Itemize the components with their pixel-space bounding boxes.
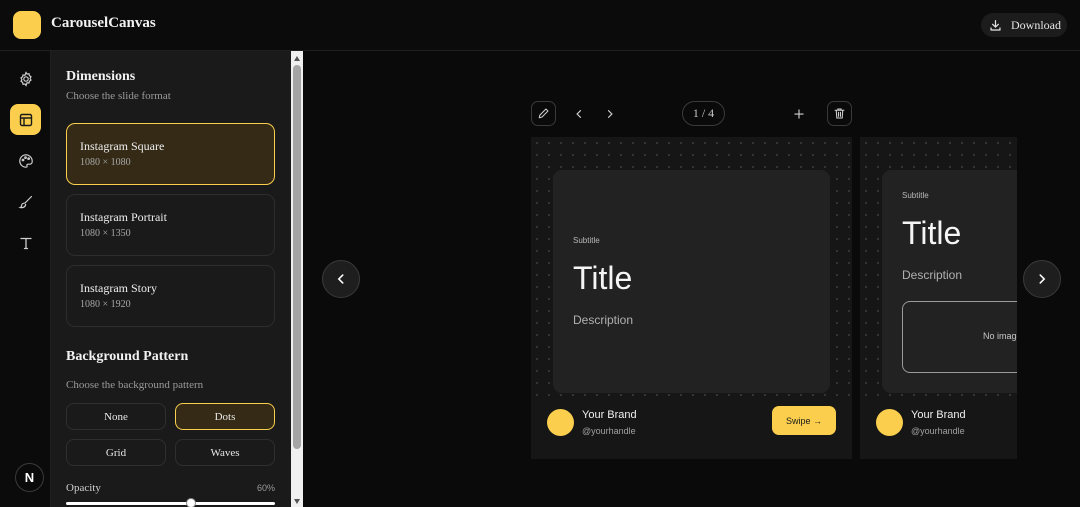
brand-handle: @yourhandle (911, 426, 965, 436)
brand-name: Your Brand (582, 409, 637, 421)
delete-slide-button[interactable] (827, 101, 852, 126)
format-size: 1080 × 1920 (80, 299, 131, 310)
palette-icon (18, 153, 33, 168)
rail-settings-button[interactable] (10, 63, 41, 94)
app-title: CarouselCanvas (51, 15, 156, 31)
format-instagram-square[interactable]: Instagram Square 1080 × 1080 (66, 123, 275, 185)
background-pattern-subtitle: Choose the background pattern (66, 379, 204, 391)
slide-subtitle[interactable]: Subtitle (573, 236, 600, 245)
app-header: CarouselCanvas Download (0, 0, 1080, 51)
edit-button[interactable] (531, 101, 556, 126)
layout-icon (19, 113, 32, 126)
slide-footer: Your Brand @yourhandle Swipe → (531, 397, 852, 459)
slide-content-card[interactable]: Subtitle Title Description (553, 170, 830, 393)
brush-icon (17, 195, 32, 208)
chevron-right-icon (1039, 274, 1046, 284)
rail-brush-button[interactable] (10, 186, 41, 217)
user-badge[interactable]: N (15, 463, 44, 492)
slide-counter: 1 / 4 (682, 101, 725, 126)
opacity-label: Opacity (66, 482, 101, 494)
slide-content-card[interactable]: Subtitle Title Description No image (882, 170, 1017, 393)
trash-icon (834, 108, 845, 119)
brand-handle: @yourhandle (582, 426, 636, 436)
prev-slide-button[interactable] (322, 260, 360, 298)
slide-title[interactable]: Title (902, 215, 961, 252)
format-size: 1080 × 1080 (80, 157, 131, 168)
next-slide-small-button[interactable] (600, 104, 620, 124)
chevron-left-icon (337, 274, 344, 284)
slide-1[interactable]: Subtitle Title Description Your Brand @y… (531, 137, 852, 459)
pattern-waves-button[interactable]: Waves (175, 439, 275, 466)
background-pattern-title: Background Pattern (66, 349, 189, 364)
image-placeholder-text: No image (983, 331, 1017, 341)
plus-icon (794, 109, 804, 119)
rail-layout-button[interactable] (10, 104, 41, 135)
slide-description[interactable]: Description (902, 268, 962, 282)
panel-scrollbar[interactable] (291, 51, 303, 507)
dimensions-subtitle: Choose the slide format (66, 90, 171, 102)
chevron-left-icon (576, 110, 582, 118)
opacity-slider-track[interactable] (66, 502, 275, 505)
scroll-down-arrow[interactable] (294, 499, 300, 504)
icon-rail: N (0, 51, 51, 507)
opacity-slider-thumb[interactable] (186, 498, 196, 507)
format-name: Instagram Portrait (80, 210, 167, 224)
format-instagram-portrait[interactable]: Instagram Portrait 1080 × 1350 (66, 194, 275, 256)
prev-slide-small-button[interactable] (569, 104, 589, 124)
scroll-thumb[interactable] (293, 65, 301, 449)
slide-2[interactable]: Subtitle Title Description No image Your… (860, 137, 1017, 459)
slide-title[interactable]: Title (573, 260, 632, 297)
scroll-up-arrow[interactable] (294, 56, 300, 61)
canvas-area: 1 / 4 Subtitle Title Description Your Br… (303, 51, 1080, 507)
download-icon (990, 19, 1001, 31)
type-icon (19, 237, 32, 249)
settings-icon (19, 70, 32, 87)
format-name: Instagram Story (80, 281, 157, 295)
chevron-right-icon (607, 110, 613, 118)
add-slide-button[interactable] (789, 104, 809, 124)
download-button[interactable]: Download (981, 13, 1067, 37)
format-instagram-story[interactable]: Instagram Story 1080 × 1920 (66, 265, 275, 327)
dimensions-title: Dimensions (66, 69, 136, 84)
rail-palette-button[interactable] (10, 145, 41, 176)
slide-description[interactable]: Description (573, 313, 633, 327)
slide-footer: Your Brand @yourhandle (860, 397, 1017, 459)
pattern-dots-button[interactable]: Dots (175, 403, 275, 430)
download-label: Download (1011, 17, 1061, 32)
format-size: 1080 × 1350 (80, 228, 131, 239)
pencil-icon (538, 108, 549, 119)
slide-subtitle[interactable]: Subtitle (902, 191, 929, 200)
format-name: Instagram Square (80, 139, 165, 153)
brand-avatar (876, 409, 903, 436)
app-logo (13, 11, 41, 39)
brand-name: Your Brand (911, 409, 966, 421)
settings-panel: Dimensions Choose the slide format Insta… (51, 51, 291, 507)
next-slide-button[interactable] (1023, 260, 1061, 298)
swipe-cta-button[interactable]: Swipe → (772, 406, 836, 435)
pattern-none-button[interactable]: None (66, 403, 166, 430)
pattern-grid-button[interactable]: Grid (66, 439, 166, 466)
brand-avatar (547, 409, 574, 436)
rail-text-button[interactable] (10, 227, 41, 258)
image-placeholder[interactable]: No image (902, 301, 1017, 373)
opacity-value: 60% (256, 483, 275, 493)
